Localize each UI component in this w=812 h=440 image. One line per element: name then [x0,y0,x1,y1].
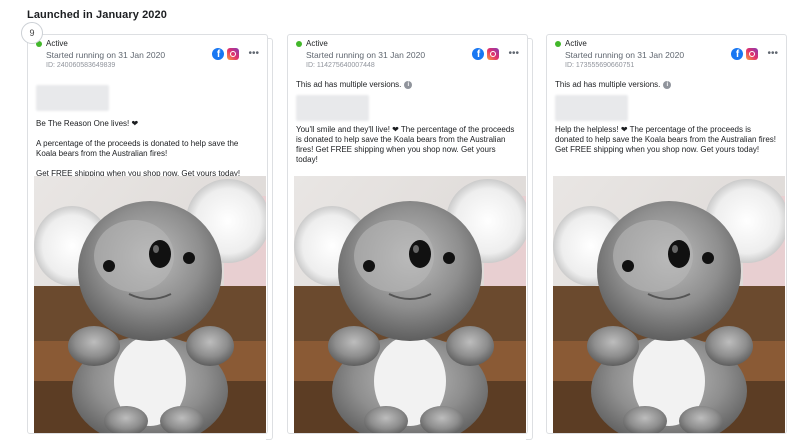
ad-headline: Be The Reason One lives! ❤ [36,119,139,128]
status-label: Active [306,39,328,48]
status-label: Active [565,39,587,48]
ad-image-koala[interactable] [34,176,266,433]
ad-id: ID: 114275640007448 [306,62,375,69]
ad-card-2[interactable]: Active Started running on 31 Jan 2020 ID… [287,34,528,434]
ad-image-koala[interactable] [553,176,785,433]
ad-card-3[interactable]: Active Started running on 31 Jan 2020 ID… [546,34,787,434]
instagram-icon [746,48,759,60]
facebook-icon: f [472,48,485,60]
more-options-icon[interactable]: ••• [508,49,519,59]
facebook-icon: f [212,48,225,60]
instagram-icon [227,48,240,60]
advertiser-name-blurred[interactable] [36,85,109,111]
instagram-icon [487,48,500,60]
advertiser-name-blurred[interactable] [296,95,369,121]
facebook-icon: f [731,48,744,60]
ad-body: A percentage of the proceeds is donated … [36,139,239,158]
ad-id: ID: 240060583649839 [46,62,116,69]
ad-image-koala[interactable] [294,176,526,433]
count-badge: 9 [21,22,43,44]
ad-body: Help the helpless! ❤ The percentage of t… [555,125,777,154]
ad-id: ID: 173555690660751 [565,62,635,69]
active-status-dot [296,40,302,47]
multiple-versions-note: This ad has multiple versions. [555,80,661,89]
info-icon[interactable]: i [404,80,413,89]
section-title: Launched in January 2020 [27,9,167,21]
active-status-dot [555,40,561,47]
ad-body: You'll smile and they'll live! ❤ The per… [296,125,515,164]
more-options-icon[interactable]: ••• [248,49,259,59]
info-icon[interactable]: i [663,80,672,89]
ad-card-1[interactable]: Active Started running on 31 Jan 2020 ID… [27,34,268,434]
status-label: Active [46,39,68,48]
advertiser-name-blurred[interactable] [555,95,628,121]
multiple-versions-note: This ad has multiple versions. [296,80,402,89]
more-options-icon[interactable]: ••• [767,49,778,59]
